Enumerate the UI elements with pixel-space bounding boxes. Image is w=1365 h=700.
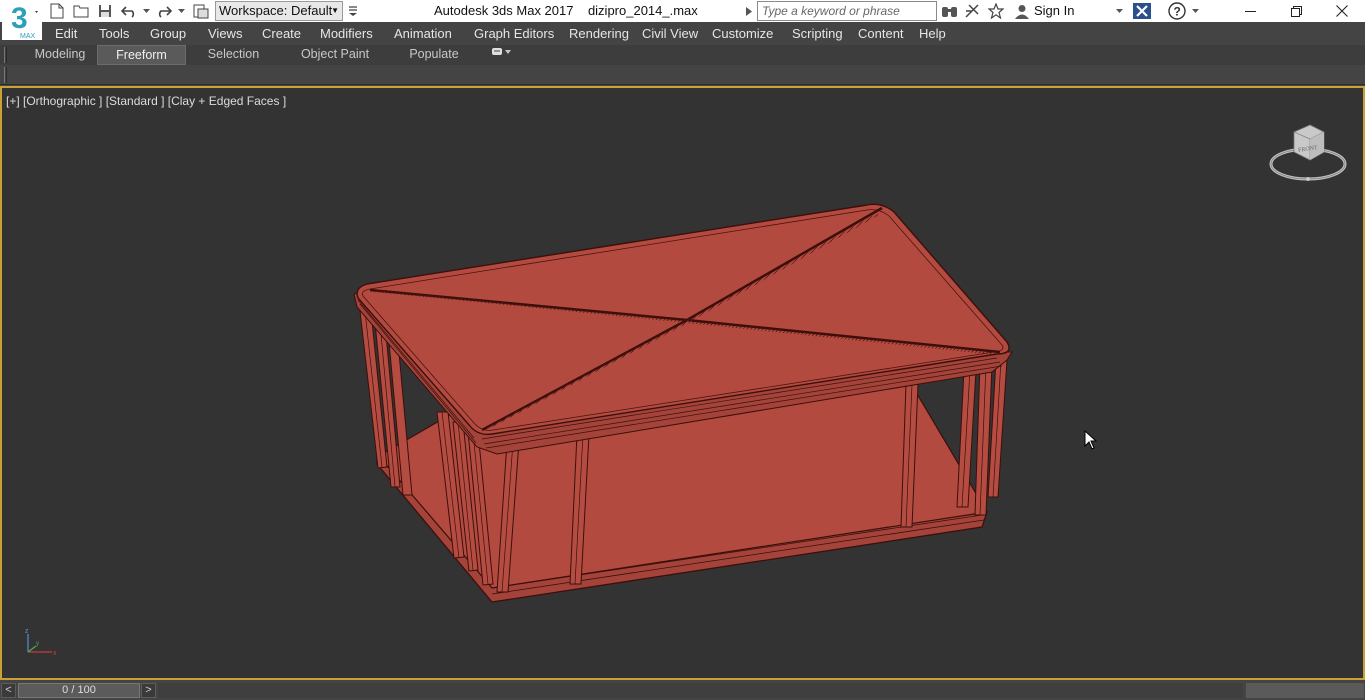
quick-access-menu-icon[interactable] [344, 2, 362, 20]
communication-center-icon[interactable] [963, 2, 981, 20]
tab-selection[interactable]: Selection [195, 45, 272, 65]
app-window: 3 MAX Workspace: Default ▼ Autodesk 3ds … [0, 0, 1365, 700]
file-name: dizipro_2014_.max [587, 3, 698, 18]
search-input[interactable]: Type a keyword or phrase [757, 1, 937, 21]
workspace-dropdown[interactable]: Workspace: Default ▼ [215, 1, 343, 21]
restore-button[interactable] [1273, 0, 1319, 22]
svg-text:x: x [53, 650, 57, 657]
sign-in-button[interactable]: Sign In [1034, 3, 1074, 18]
track-scrollbar[interactable] [1246, 683, 1364, 698]
coffee-table-model[interactable] [2, 88, 1363, 678]
menu-animation[interactable]: Animation [394, 26, 452, 41]
menu-rendering[interactable]: Rendering [569, 26, 629, 41]
tab-object-paint[interactable]: Object Paint [290, 45, 380, 65]
svg-text:3: 3 [11, 2, 28, 35]
menu-group[interactable]: Group [150, 26, 186, 41]
tab-freeform[interactable]: Freeform [97, 45, 186, 65]
menu-scripting[interactable]: Scripting [792, 26, 843, 41]
ribbon-tabs: Modeling Freeform Selection Object Paint… [0, 45, 1365, 65]
user-icon[interactable] [1013, 2, 1031, 20]
app-name: Autodesk 3ds Max 2017 [434, 3, 574, 18]
menu-content[interactable]: Content [858, 26, 904, 41]
open-file-icon[interactable] [72, 2, 90, 20]
3dsmax-logo-icon[interactable]: 3 MAX [2, 0, 42, 40]
viewport-orthographic[interactable]: [+] [Orthographic ] [Standard ] [Clay + … [0, 86, 1365, 680]
ribbon-panel [0, 65, 1365, 85]
menu-tools[interactable]: Tools [99, 26, 129, 41]
menu-create[interactable]: Create [262, 26, 301, 41]
workspace-label: Workspace: Default [219, 3, 333, 18]
help-dropdown-icon[interactable] [1189, 2, 1201, 20]
menu-help[interactable]: Help [919, 26, 946, 41]
svg-text:MAX: MAX [20, 33, 36, 40]
new-file-icon[interactable] [48, 2, 66, 20]
ribbon-options-icon[interactable] [484, 45, 518, 65]
title-bar: 3 MAX Workspace: Default ▼ Autodesk 3ds … [0, 0, 1365, 40]
autodesk-exchange-icon[interactable] [1133, 2, 1151, 20]
close-button[interactable] [1319, 0, 1365, 22]
menu-views[interactable]: Views [208, 26, 242, 41]
sign-in-dropdown-icon[interactable] [1113, 2, 1125, 20]
favorites-star-icon[interactable] [987, 2, 1005, 20]
chevron-down-icon: ▼ [331, 6, 339, 15]
minimize-button[interactable] [1227, 0, 1273, 22]
menu-bar: Edit Tools Group Views Create Modifiers … [0, 22, 1365, 45]
menu-customize[interactable]: Customize [712, 26, 773, 41]
project-folder-icon[interactable] [192, 2, 210, 20]
tab-modeling[interactable]: Modeling [24, 45, 96, 65]
help-icon[interactable]: ? [1168, 2, 1186, 20]
next-frame-button[interactable]: > [141, 683, 156, 698]
undo-icon[interactable] [120, 2, 138, 20]
window-title: Autodesk 3ds Max 2017 dizipro_2014_.max [434, 3, 698, 18]
mouse-cursor-icon [1084, 430, 1098, 450]
svg-text:z: z [25, 628, 29, 635]
menu-modifiers[interactable]: Modifiers [320, 26, 373, 41]
save-icon[interactable] [96, 2, 114, 20]
binoculars-icon[interactable] [940, 2, 958, 20]
search-expand-icon[interactable] [744, 2, 754, 20]
ribbon-grip[interactable] [4, 47, 7, 63]
time-slider[interactable]: 0 / 100 [18, 683, 140, 698]
tab-populate[interactable]: Populate [400, 45, 468, 65]
menu-graph-editors[interactable]: Graph Editors [474, 26, 554, 41]
time-track[interactable] [158, 683, 1243, 698]
svg-text:y: y [36, 641, 39, 647]
menu-civil-view[interactable]: Civil View [642, 26, 698, 41]
axis-tripod-icon: z x y [25, 628, 57, 657]
viewcube-icon[interactable]: FRONT [1268, 122, 1348, 184]
time-slider-bar: < 0 / 100 > [0, 680, 1365, 700]
prev-frame-button[interactable]: < [1, 683, 16, 698]
redo-icon[interactable] [155, 2, 173, 20]
ribbon-panel-grip[interactable] [4, 67, 7, 83]
svg-text:?: ? [1174, 5, 1181, 19]
redo-dropdown-icon[interactable] [176, 2, 186, 20]
menu-edit[interactable]: Edit [55, 26, 77, 41]
undo-dropdown-icon[interactable] [141, 2, 151, 20]
